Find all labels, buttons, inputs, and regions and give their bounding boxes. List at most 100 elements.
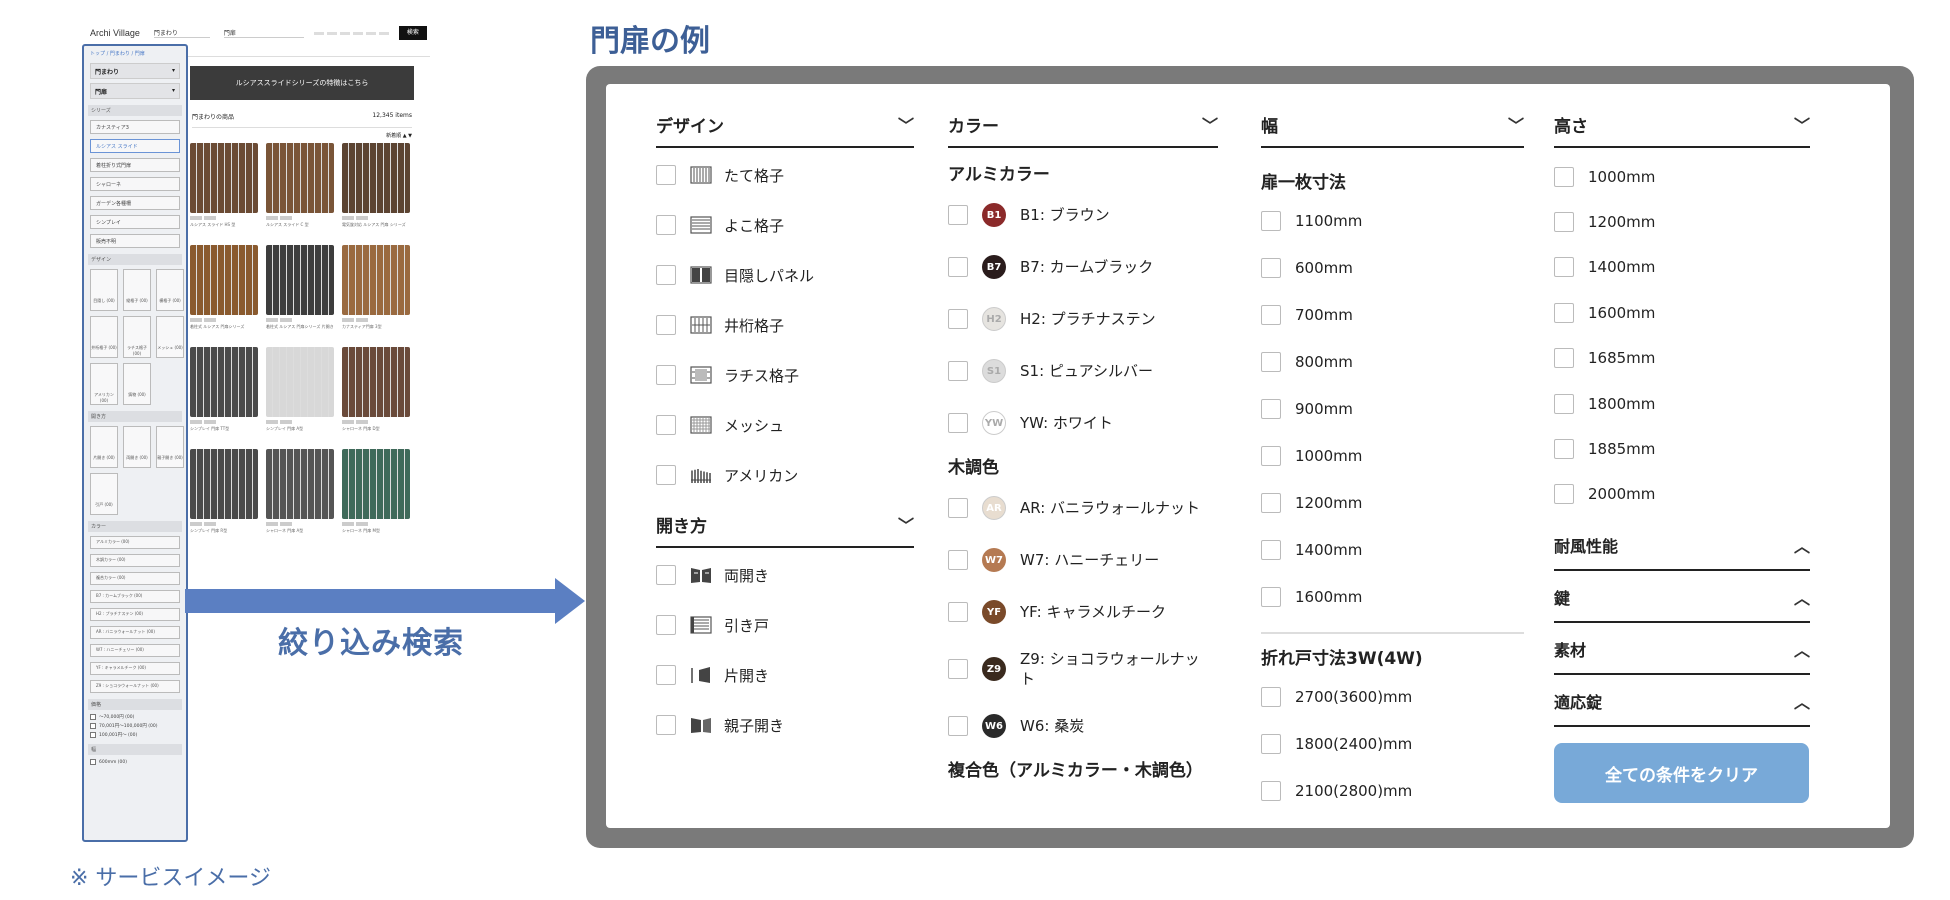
- checkbox[interactable]: [656, 665, 676, 685]
- color-option[interactable]: Z9 Z9: ショコラウォールナット: [948, 638, 1218, 700]
- opening-option[interactable]: 引き戸: [656, 600, 914, 650]
- design-option[interactable]: 目隠しパネル: [656, 250, 914, 300]
- product-name[interactable]: 着柱式 ルシアス 門扉シリーズ 片開き: [266, 324, 334, 330]
- mini-product-card[interactable]: シャローネ 門扉 A型: [266, 449, 334, 543]
- mini-series-button[interactable]: ガーデン各種柵: [90, 196, 180, 210]
- mini-color-option[interactable]: YF : キャラメルチーク (00): [90, 662, 180, 675]
- product-name[interactable]: シンプレイ 門扉 TT型: [190, 426, 258, 432]
- height-option[interactable]: 1000mm: [1554, 154, 1810, 199]
- mini-color-option[interactable]: H2 : プラチナステン (00): [90, 608, 180, 621]
- width-option[interactable]: 600mm: [1261, 244, 1524, 291]
- mini-series-button[interactable]: 着柱折り式門扉: [90, 158, 180, 172]
- checkbox[interactable]: [656, 415, 676, 435]
- checkbox[interactable]: [656, 165, 676, 185]
- mini-series-button[interactable]: 販売不明: [90, 234, 180, 248]
- mini-product-card[interactable]: シンプレイ 門扉 R型: [190, 449, 258, 543]
- checkbox[interactable]: [656, 365, 676, 385]
- product-name[interactable]: シンプレイ 門扉 A型: [266, 426, 334, 432]
- product-image[interactable]: [342, 143, 410, 213]
- mini-color-option[interactable]: B7 : カームブラック (00): [90, 590, 180, 603]
- opening-option[interactable]: 両開き: [656, 550, 914, 600]
- mini-breadcrumb[interactable]: トップ / 門まわり / 門扉: [90, 50, 180, 57]
- checkbox[interactable]: [90, 759, 96, 765]
- checkbox[interactable]: [948, 413, 968, 433]
- width-option[interactable]: 700mm: [1261, 291, 1524, 338]
- mini-sort-control[interactable]: 新着順 ▲ ▼: [192, 132, 412, 139]
- checkbox[interactable]: [1554, 348, 1574, 369]
- checkbox[interactable]: [656, 465, 676, 485]
- checkbox[interactable]: [1261, 686, 1281, 707]
- opening-option[interactable]: 親子開き: [656, 700, 914, 750]
- mini-width-option[interactable]: 600mm (00): [90, 759, 180, 765]
- mini-filter-tile[interactable]: 井桁格子 (00): [90, 316, 118, 358]
- checkbox[interactable]: [656, 215, 676, 235]
- design-filter-header[interactable]: デザイン ﹀: [656, 106, 914, 148]
- checkbox[interactable]: [1554, 166, 1574, 187]
- product-image[interactable]: [266, 143, 334, 213]
- product-image[interactable]: [190, 143, 258, 213]
- checkbox[interactable]: [656, 315, 676, 335]
- mini-search-button[interactable]: 検索: [398, 26, 427, 40]
- product-image[interactable]: [266, 347, 334, 417]
- design-option[interactable]: アメリカン: [656, 450, 914, 500]
- width-option[interactable]: 1600mm: [1261, 573, 1524, 620]
- product-image[interactable]: [342, 245, 410, 315]
- mini-price-option[interactable]: 〜70,000円 (00): [90, 714, 180, 720]
- height-option[interactable]: 2000mm: [1554, 472, 1810, 517]
- product-image[interactable]: [190, 449, 258, 519]
- color-option[interactable]: W6 W6: 桑炭: [948, 700, 1218, 752]
- mini-color-option[interactable]: 複合カラー (00): [90, 572, 180, 585]
- height-option[interactable]: 1200mm: [1554, 199, 1810, 244]
- product-name[interactable]: シャローネ 門扉 M型: [342, 528, 410, 534]
- mini-filter-tile[interactable]: 引戸 (00): [90, 473, 118, 515]
- width-option[interactable]: 900mm: [1261, 385, 1524, 432]
- color-option[interactable]: YF YF: キャラメルチーク: [948, 586, 1218, 638]
- checkbox[interactable]: [948, 309, 968, 329]
- mini-filter-tile[interactable]: 横格子 (00): [156, 269, 184, 311]
- width-option[interactable]: 1100mm: [1261, 197, 1524, 244]
- folding-width-option[interactable]: 1800(2400)mm: [1261, 720, 1524, 767]
- mini-product-card[interactable]: ルシアス スライド C 型: [266, 143, 334, 237]
- checkbox[interactable]: [1261, 733, 1281, 754]
- checkbox[interactable]: [948, 550, 968, 570]
- checkbox[interactable]: [1261, 351, 1281, 372]
- checkbox[interactable]: [1261, 304, 1281, 325]
- product-name[interactable]: シンプレイ 門扉 R型: [190, 528, 258, 534]
- mini-color-option[interactable]: アルミカラー (00): [90, 536, 180, 549]
- opening-filter-header[interactable]: 開き方 ﹀: [656, 506, 914, 548]
- height-option[interactable]: 1800mm: [1554, 381, 1810, 426]
- mini-product-card[interactable]: ルシアス スライド HS 型: [190, 143, 258, 237]
- checkbox[interactable]: [948, 659, 968, 679]
- mini-product-card[interactable]: 電気錠対応 ルシアス 門扉 シリーズ: [342, 143, 410, 237]
- color-option[interactable]: YW YW: ホワイト: [948, 397, 1218, 449]
- checkbox[interactable]: [656, 565, 676, 585]
- checkbox[interactable]: [1554, 257, 1574, 278]
- mini-color-option[interactable]: W7 : ハニーチェリー (00): [90, 644, 180, 657]
- design-option[interactable]: メッシュ: [656, 400, 914, 450]
- mini-nav-links[interactable]: [313, 31, 389, 35]
- mini-product-card[interactable]: 着柱式 ルシアス 門扉シリーズ: [190, 245, 258, 339]
- checkbox[interactable]: [948, 498, 968, 518]
- checkbox[interactable]: [656, 265, 676, 285]
- opening-option[interactable]: 片開き: [656, 650, 914, 700]
- mini-series-button[interactable]: シンプレイ: [90, 215, 180, 229]
- checkbox[interactable]: [1554, 439, 1574, 460]
- product-image[interactable]: [266, 245, 334, 315]
- accordion-header[interactable]: 耐風性能 ︿: [1554, 521, 1810, 572]
- product-image[interactable]: [266, 449, 334, 519]
- height-option[interactable]: 1885mm: [1554, 426, 1810, 471]
- mini-filter-tile[interactable]: メッシュ (00): [156, 316, 184, 358]
- checkbox[interactable]: [1261, 780, 1281, 801]
- mini-product-card[interactable]: シンプレイ 門扉 A型: [266, 347, 334, 441]
- mini-filter-tile[interactable]: アメリカン (00): [90, 363, 118, 405]
- checkbox[interactable]: [1261, 586, 1281, 607]
- mini-filter-tile[interactable]: 両開き (00): [123, 426, 151, 468]
- product-image[interactable]: [342, 449, 410, 519]
- design-option[interactable]: たて格子: [656, 150, 914, 200]
- checkbox[interactable]: [90, 723, 96, 729]
- checkbox[interactable]: [1554, 484, 1574, 505]
- checkbox[interactable]: [1261, 492, 1281, 513]
- height-option[interactable]: 1600mm: [1554, 290, 1810, 335]
- product-name[interactable]: 着柱式 ルシアス 門扉シリーズ: [190, 324, 258, 330]
- checkbox[interactable]: [1261, 257, 1281, 278]
